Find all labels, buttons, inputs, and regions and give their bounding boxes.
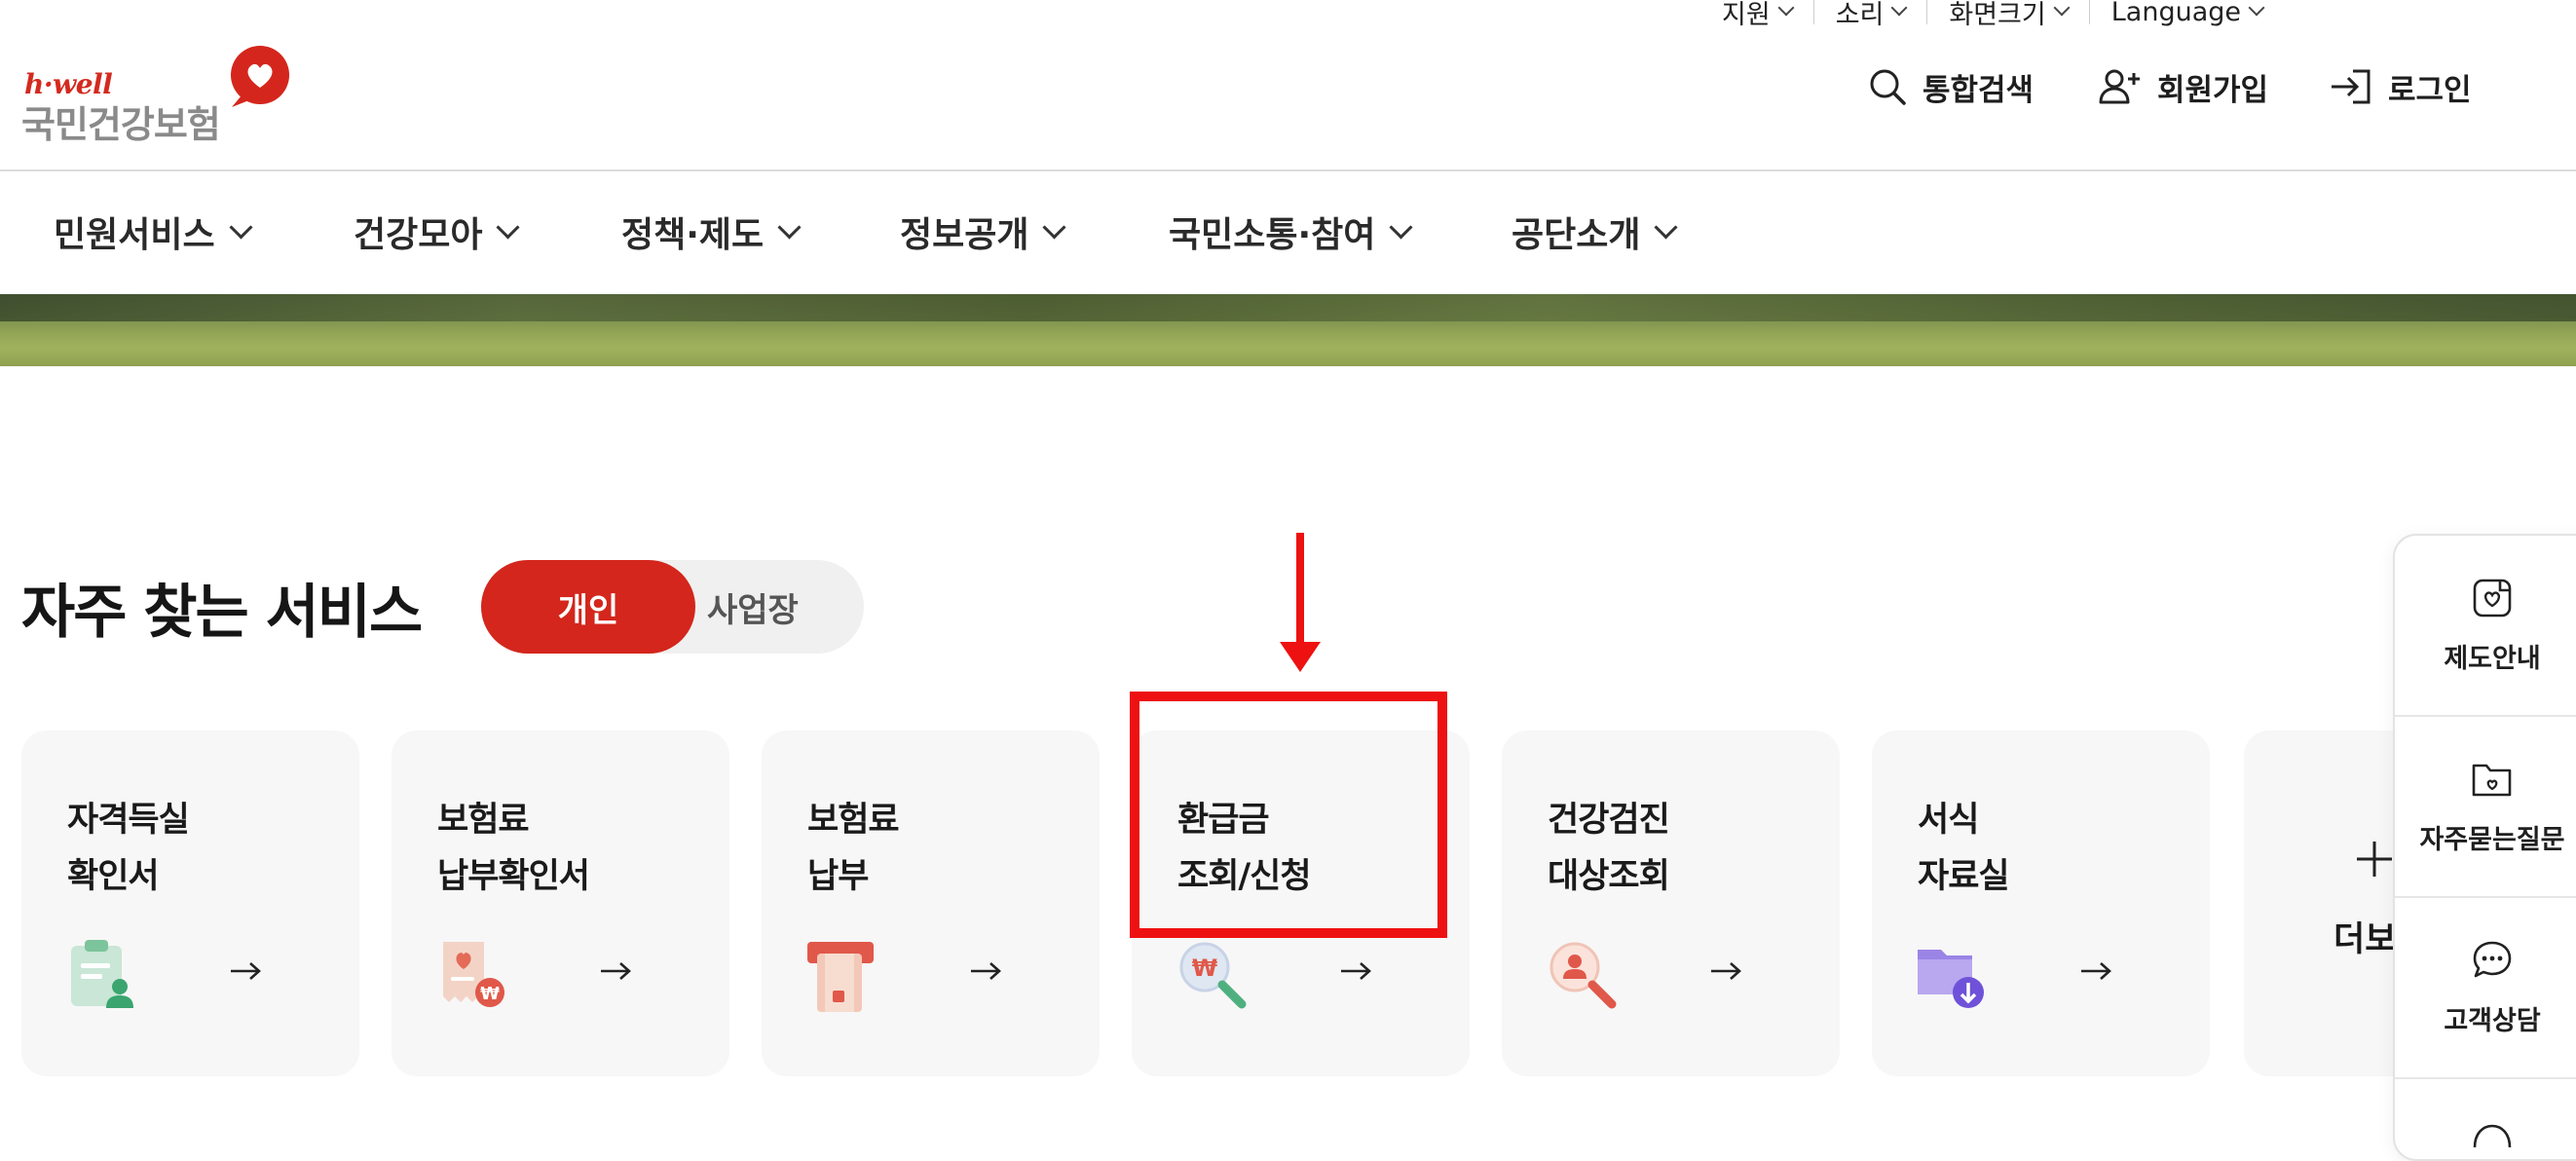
- chevron-down-icon: [1890, 0, 1908, 17]
- quick-item-faq[interactable]: 자주묻는질문: [2395, 717, 2576, 896]
- card-payment-icon: [807, 942, 874, 1012]
- arrow-right-icon: [1341, 962, 1371, 980]
- util-sound[interactable]: 소리: [1836, 0, 1908, 31]
- more-label: 더보: [2333, 920, 2397, 959]
- util-language[interactable]: Language: [2111, 0, 2265, 27]
- service-card[interactable]: 자격득실 확인서: [21, 730, 359, 1076]
- card-label: 보험료 납부: [807, 801, 900, 896]
- gnb-item-information[interactable]: 정보공개: [900, 195, 1067, 269]
- folder-download-icon: [1918, 950, 1984, 1008]
- toggle-personal[interactable]: 개인: [481, 560, 695, 654]
- arrow-right-icon: [1711, 962, 1741, 980]
- gnb-item-policy[interactable]: 정책·제도: [621, 195, 802, 269]
- gnb-item-health[interactable]: 건강모아: [354, 195, 521, 269]
- card-label: 자격득실 확인서: [67, 801, 190, 896]
- annotation-highlight-box: [1130, 692, 1447, 938]
- service-card[interactable]: 보험료 납부: [762, 730, 1100, 1076]
- gnb-item-civil-service[interactable]: 민원서비스: [54, 195, 253, 269]
- person-magnifier-icon: [1549, 942, 1617, 1009]
- card-label: 서식 자료실: [1918, 801, 2010, 896]
- util-screen-size[interactable]: 화면크기: [1949, 0, 2071, 31]
- annotation-arrow: [1280, 533, 1321, 672]
- section-title: 자주 찾는 서비스: [21, 579, 423, 647]
- chevron-down-icon: [496, 214, 521, 240]
- service-card[interactable]: 건강검진 대상조회: [1502, 730, 1840, 1076]
- divider: [2088, 0, 2090, 24]
- header-divider: [0, 169, 2576, 171]
- partial-menu-icon: [2473, 1124, 2512, 1148]
- login-icon: [2332, 69, 2371, 104]
- search-icon: [1870, 69, 1906, 105]
- logo-name: 국민건강보험: [21, 103, 221, 146]
- arrow-right-icon: [971, 962, 1001, 980]
- search-button[interactable]: 통합검색: [1868, 64, 2034, 109]
- quick-item-consult[interactable]: 고객상담: [2395, 898, 2576, 1077]
- chevron-down-icon: [1042, 214, 1067, 240]
- util-support[interactable]: 지원: [1722, 0, 1795, 31]
- chevron-down-icon: [2248, 0, 2265, 17]
- hero-banner-image: [0, 294, 2576, 366]
- chevron-down-icon: [229, 214, 253, 240]
- service-card[interactable]: 서식 자료실: [1872, 730, 2210, 1076]
- receipt-won-icon: ₩: [443, 942, 504, 1007]
- chat-icon: [2473, 941, 2512, 977]
- arrow-right-icon: [231, 962, 261, 980]
- login-button[interactable]: 로그인: [2330, 64, 2472, 109]
- divider: [1926, 0, 1928, 24]
- toggle-business[interactable]: 사업장: [695, 560, 864, 654]
- chevron-down-icon: [1654, 214, 1679, 240]
- certificate-person-icon: [71, 940, 133, 1008]
- plus-icon: [2357, 842, 2392, 877]
- card-label: 건강검진 대상조회: [1548, 801, 1670, 896]
- service-card[interactable]: 보험료 납부확인서 ₩: [392, 730, 729, 1076]
- site-logo[interactable]: h·well 국민건강보험: [21, 39, 304, 146]
- add-user-icon: [2099, 69, 2140, 104]
- card-label: 보험료 납부확인서: [437, 801, 590, 896]
- guide-icon: [2473, 579, 2512, 617]
- gnb-item-about[interactable]: 공단소개: [1512, 195, 1679, 269]
- arrow-right-icon: [601, 962, 631, 980]
- won-magnifier-icon: ₩: [1179, 942, 1247, 1009]
- svg-text:₩: ₩: [480, 984, 500, 1004]
- divider: [1812, 0, 1814, 24]
- faq-folder-icon: [2472, 764, 2512, 796]
- chevron-down-icon: [1777, 0, 1795, 17]
- quick-menu: 제도안내 자주묻는질문 고객상담: [2393, 534, 2576, 1161]
- divider: [2395, 1077, 2576, 1079]
- chevron-down-icon: [1389, 214, 1413, 240]
- utility-bar: 지원 소리 화면크기 Language: [1722, 0, 2265, 30]
- gnb-item-participation[interactable]: 국민소통·참여: [1169, 195, 1413, 269]
- arrow-right-icon: [2081, 962, 2111, 980]
- chevron-down-icon: [777, 214, 802, 240]
- quick-item-guide[interactable]: 제도안내: [2395, 536, 2576, 715]
- heart-logo-icon: [231, 46, 289, 107]
- svg-text:₩: ₩: [1192, 955, 1218, 982]
- chevron-down-icon: [2053, 0, 2071, 17]
- join-button[interactable]: 회원가입: [2099, 64, 2268, 109]
